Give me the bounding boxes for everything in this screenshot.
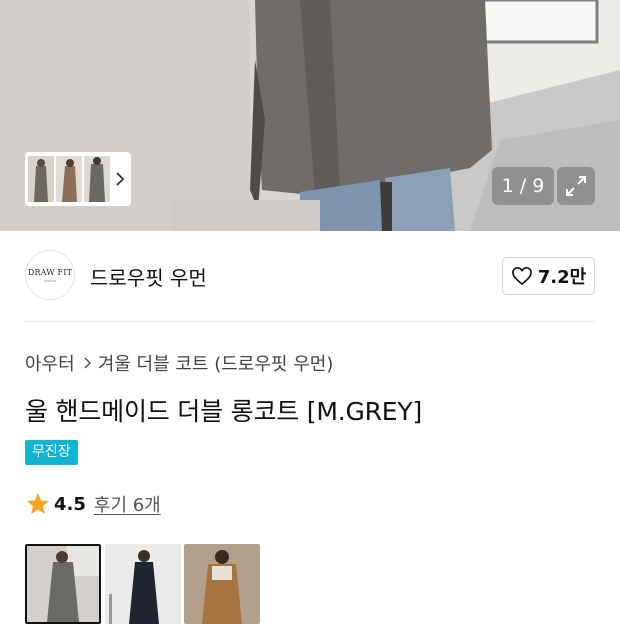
color-option-navy[interactable] (105, 544, 181, 624)
chevron-right-icon[interactable] (113, 167, 127, 191)
reviews-link[interactable]: 후기 6개 (94, 491, 161, 517)
brand-logo-subtext: WOMAN (43, 278, 57, 283)
breadcrumb-category[interactable]: 아우터 (25, 350, 75, 376)
chevron-right-icon (84, 357, 91, 369)
breadcrumb: 아우터 겨울 더블 코트 (드로우핏 우먼) (25, 350, 333, 376)
product-title: 울 핸드메이드 더블 롱코트 [M.GREY] (25, 397, 423, 426)
image-thumbnail-strip[interactable] (25, 152, 131, 206)
brand-logo[interactable]: DRAW FIT WOMAN (25, 250, 75, 300)
rating-score: 4.5 (54, 493, 86, 515)
like-count: 7.2만 (537, 267, 587, 288)
heart-outline-icon (511, 266, 532, 286)
thumbnail[interactable] (28, 156, 54, 202)
breadcrumb-current[interactable]: 겨울 더블 코트 (드로우핏 우먼) (98, 350, 334, 376)
shipping-badge: 무진장 (25, 440, 78, 465)
thumbnail[interactable] (84, 156, 110, 202)
divider (25, 321, 595, 322)
product-image-gallery[interactable]: 1 / 9 (0, 0, 620, 231)
color-option-camel[interactable] (184, 544, 260, 624)
expand-icon[interactable] (557, 167, 595, 205)
image-counter: 1 / 9 (492, 167, 554, 205)
like-button[interactable]: 7.2만 (502, 257, 595, 295)
brand-logo-text: DRAW FIT (27, 267, 73, 277)
thumbnail[interactable] (56, 156, 82, 202)
color-option-grey[interactable] (25, 544, 101, 624)
brand-name[interactable]: 드로우핏 우먼 (90, 262, 207, 291)
rating: 4.5 후기 6개 (25, 491, 161, 517)
star-icon (27, 493, 49, 514)
